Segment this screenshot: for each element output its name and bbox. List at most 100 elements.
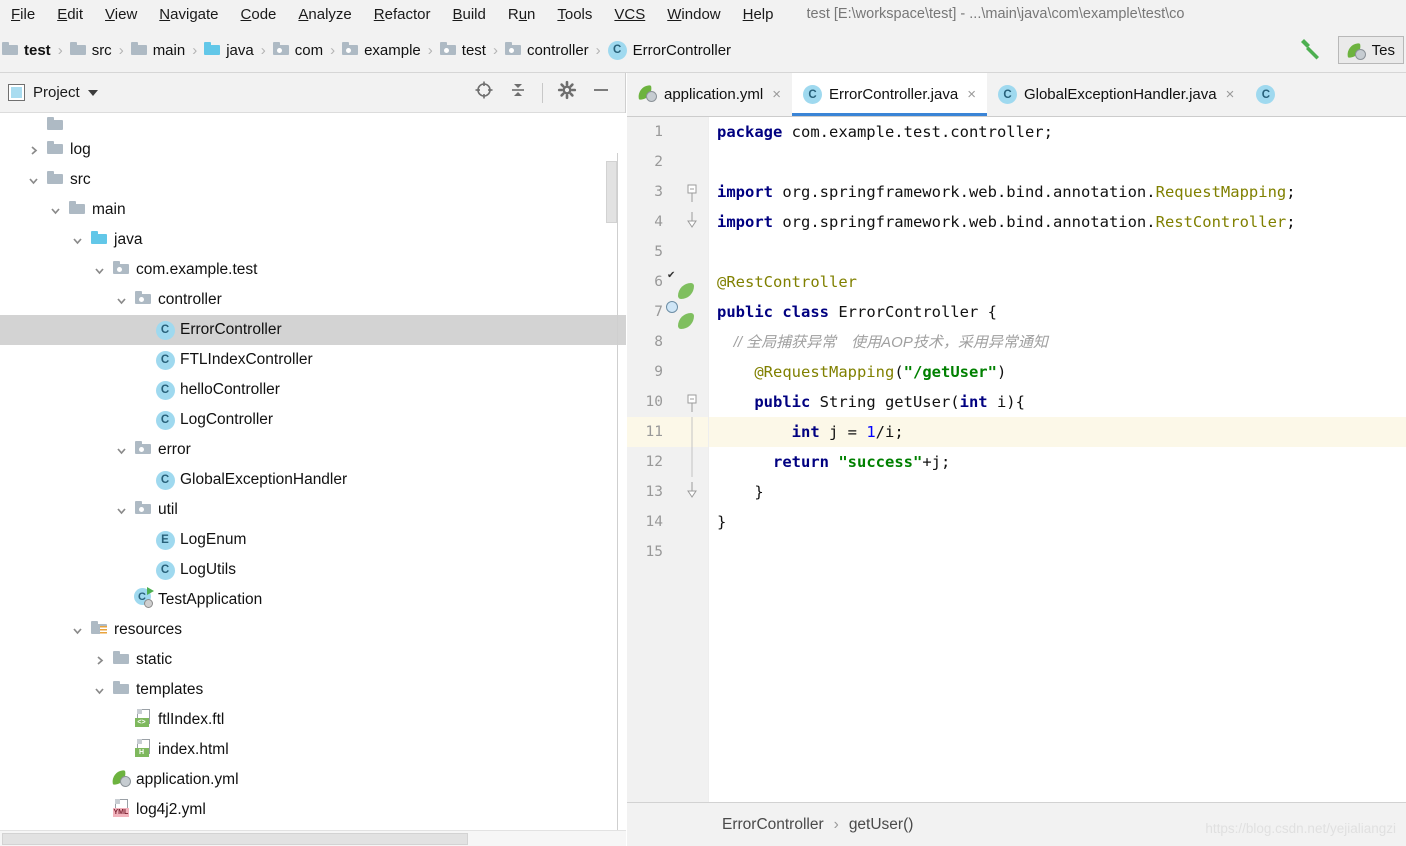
gutter-line[interactable]: 5: [627, 237, 708, 267]
code-line[interactable]: [709, 537, 1406, 567]
gutter-line[interactable]: 14: [627, 507, 708, 537]
gutter-line[interactable]: 15: [627, 537, 708, 567]
gutter-line[interactable]: 4: [627, 207, 708, 237]
tree-node-error[interactable]: error: [0, 435, 626, 465]
fold-region-bar[interactable]: [686, 447, 698, 477]
gutter-line[interactable]: 1: [627, 117, 708, 147]
tree-horizontal-scrollbar-thumb[interactable]: [2, 833, 468, 845]
tree-node-logcontroller[interactable]: CLogController: [0, 405, 626, 435]
tree-node-application-yml[interactable]: application.yml: [0, 765, 626, 795]
close-icon[interactable]: ×: [967, 86, 976, 103]
gutter-line[interactable]: 12: [627, 447, 708, 477]
tree-node-log4j2-yml[interactable]: YMLlog4j2.yml: [0, 795, 626, 825]
gutter-line[interactable]: 10: [627, 387, 708, 417]
collapse-all-icon[interactable]: [508, 80, 528, 105]
breadcrumb-item-errorcontroller[interactable]: CErrorController: [608, 41, 731, 60]
menu-item-file[interactable]: File: [0, 6, 46, 23]
code-line[interactable]: [709, 237, 1406, 267]
menu-item-refactor[interactable]: Refactor: [363, 6, 442, 23]
chevron-down-icon[interactable]: [110, 294, 132, 307]
run-configuration-selector[interactable]: Tes: [1338, 36, 1404, 64]
fold-region-bar[interactable]: [686, 417, 698, 447]
gutter-line[interactable]: 6: [627, 267, 708, 297]
tree-node-main[interactable]: main: [0, 195, 626, 225]
menu-item-help[interactable]: Help: [732, 6, 785, 23]
code-line[interactable]: @RequestMapping("/getUser"): [709, 357, 1406, 387]
tree-node-index-html[interactable]: Hindex.html: [0, 735, 626, 765]
tree-node-clipped[interactable]: [0, 113, 626, 135]
breadcrumb-item-com[interactable]: com: [273, 42, 323, 59]
gutter-line[interactable]: 3: [627, 177, 708, 207]
code-line[interactable]: }: [709, 507, 1406, 537]
code-line[interactable]: return "success"+j;: [709, 447, 1406, 477]
close-icon[interactable]: ×: [772, 86, 781, 103]
fold-start-icon[interactable]: [686, 387, 698, 417]
breadcrumb-item-test[interactable]: test: [2, 42, 51, 59]
tree-node-src[interactable]: src: [0, 165, 626, 195]
menu-item-analyze[interactable]: Analyze: [287, 6, 362, 23]
tree-node-controller[interactable]: controller: [0, 285, 626, 315]
gutter-line[interactable]: 13: [627, 477, 708, 507]
chevron-right-icon[interactable]: [22, 144, 44, 157]
menu-item-build[interactable]: Build: [441, 6, 496, 23]
tree-node-logenum[interactable]: ELogEnum: [0, 525, 626, 555]
editor-tab-application-yml[interactable]: application.yml×: [627, 73, 792, 116]
menu-item-navigate[interactable]: Navigate: [148, 6, 229, 23]
code-line[interactable]: // 全局捕获异常 使用AOP技术，采用异常通知: [709, 327, 1406, 357]
code-line[interactable]: public class ErrorController {: [709, 297, 1406, 327]
code-line[interactable]: [709, 147, 1406, 177]
code-line[interactable]: package com.example.test.controller;: [709, 117, 1406, 147]
breadcrumb-item-java[interactable]: java: [204, 42, 254, 59]
tree-node-resources[interactable]: resources: [0, 615, 626, 645]
menu-item-edit[interactable]: Edit: [46, 6, 94, 23]
breadcrumb-item-controller[interactable]: controller: [505, 42, 589, 59]
gutter-line[interactable]: 8: [627, 327, 708, 357]
code-line[interactable]: }: [709, 477, 1406, 507]
close-icon[interactable]: ×: [1226, 86, 1235, 103]
editor-tab-errorcontroller-java[interactable]: CErrorController.java×: [792, 73, 987, 116]
chevron-down-icon[interactable]: [88, 684, 110, 697]
tree-node-ftlindexcontroller[interactable]: CFTLIndexController: [0, 345, 626, 375]
project-tree[interactable]: logsrcmainjavacom.example.testcontroller…: [0, 113, 626, 846]
tree-node-ftlindex-ftl[interactable]: <>ftlIndex.ftl: [0, 705, 626, 735]
gutter-line[interactable]: 7: [627, 297, 708, 327]
chevron-down-icon[interactable]: [66, 234, 88, 247]
code-editor[interactable]: 123456789101112131415 package com.exampl…: [627, 117, 1406, 846]
fold-start-icon[interactable]: [686, 177, 698, 207]
hide-panel-icon[interactable]: [591, 80, 611, 105]
tree-node-static[interactable]: static: [0, 645, 626, 675]
code-content[interactable]: package com.example.test.controller; imp…: [709, 117, 1406, 846]
chevron-down-icon[interactable]: [44, 204, 66, 217]
breadcrumb-item-main[interactable]: main: [131, 42, 186, 59]
menu-item-window[interactable]: Window: [656, 6, 731, 23]
project-view-selector[interactable]: Project: [8, 84, 98, 101]
chevron-down-icon[interactable]: [88, 264, 110, 277]
menu-item-run[interactable]: Run: [497, 6, 547, 23]
code-line[interactable]: int j = 1/i;: [709, 417, 1406, 447]
chevron-right-icon[interactable]: [88, 654, 110, 667]
gutter-line[interactable]: 9: [627, 357, 708, 387]
tree-node-testapplication[interactable]: CTestApplication: [0, 585, 626, 615]
menu-item-view[interactable]: View: [94, 6, 148, 23]
editor-tab-overflow[interactable]: C: [1245, 73, 1286, 116]
tree-node-hellocontroller[interactable]: ChelloController: [0, 375, 626, 405]
fold-end-icon[interactable]: [686, 207, 698, 237]
breadcrumb-item-example[interactable]: example: [342, 42, 421, 59]
locate-icon[interactable]: [474, 80, 494, 105]
editor-gutter[interactable]: 123456789101112131415: [627, 117, 709, 846]
tree-node-logutils[interactable]: CLogUtils: [0, 555, 626, 585]
tree-node-globalexceptionhandler[interactable]: CGlobalExceptionHandler: [0, 465, 626, 495]
editor-tab-globalexceptionhandler-java[interactable]: CGlobalExceptionHandler.java×: [987, 73, 1245, 116]
chevron-down-icon[interactable]: [110, 444, 132, 457]
tree-node-errorcontroller[interactable]: CErrorController: [0, 315, 626, 345]
tree-node-com-example-test[interactable]: com.example.test: [0, 255, 626, 285]
chevron-down-icon[interactable]: [66, 624, 88, 637]
chevron-down-icon[interactable]: [88, 90, 98, 96]
tree-scrollbar-thumb[interactable]: [606, 161, 617, 223]
code-line[interactable]: import org.springframework.web.bind.anno…: [709, 207, 1406, 237]
code-line[interactable]: public String getUser(int i){: [709, 387, 1406, 417]
menu-item-tools[interactable]: Tools: [546, 6, 603, 23]
tree-node-util[interactable]: util: [0, 495, 626, 525]
gutter-line[interactable]: 2: [627, 147, 708, 177]
breadcrumb-item-test[interactable]: test: [440, 42, 486, 59]
